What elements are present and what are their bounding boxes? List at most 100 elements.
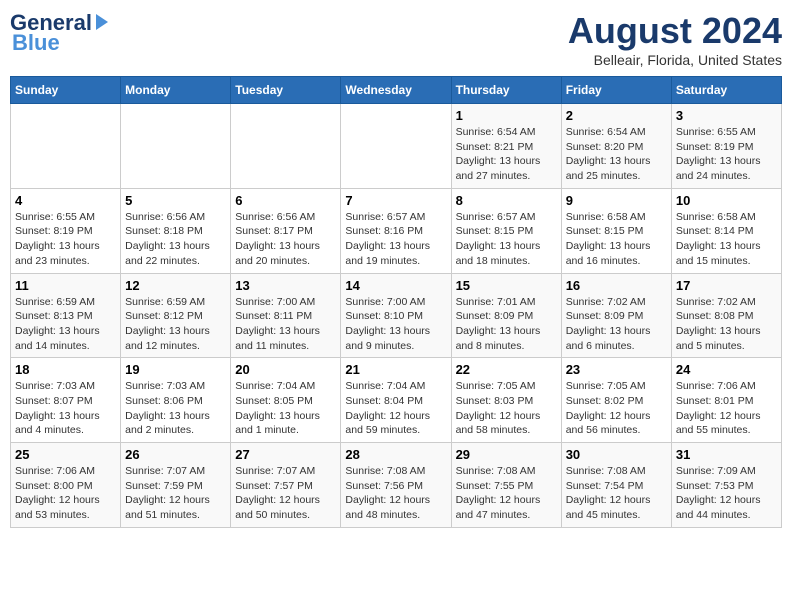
day-detail: Sunrise: 6:58 AM Sunset: 8:14 PM Dayligh…	[676, 210, 777, 269]
location-subtitle: Belleair, Florida, United States	[568, 52, 782, 68]
day-detail: Sunrise: 7:08 AM Sunset: 7:54 PM Dayligh…	[566, 464, 667, 523]
calendar-cell: 17Sunrise: 7:02 AM Sunset: 8:08 PM Dayli…	[671, 273, 781, 358]
day-detail: Sunrise: 6:54 AM Sunset: 8:20 PM Dayligh…	[566, 125, 667, 184]
day-number: 22	[456, 362, 557, 377]
calendar-header-row: Sunday Monday Tuesday Wednesday Thursday…	[11, 77, 782, 104]
day-number: 20	[235, 362, 336, 377]
day-detail: Sunrise: 6:56 AM Sunset: 8:18 PM Dayligh…	[125, 210, 226, 269]
col-saturday: Saturday	[671, 77, 781, 104]
calendar-cell: 24 Sunrise: 7:06 AM Sunset: 8:01 PM Dayli…	[671, 358, 781, 443]
col-wednesday: Wednesday	[341, 77, 451, 104]
day-detail: Sunrise: 6:58 AM Sunset: 8:15 PM Dayligh…	[566, 210, 667, 269]
logo-blue: Blue	[12, 30, 60, 56]
day-detail: Sunrise: 7:02 AM Sunset: 8:09 PM Dayligh…	[566, 295, 667, 354]
calendar-cell	[341, 104, 451, 189]
col-friday: Friday	[561, 77, 671, 104]
day-number: 24	[676, 362, 777, 377]
day-detail: Sunrise: 7:06 AM Sunset: 8:00 PM Dayligh…	[15, 464, 116, 523]
calendar-cell: 22Sunrise: 7:05 AM Sunset: 8:03 PM Dayli…	[451, 358, 561, 443]
day-number: 10	[676, 193, 777, 208]
calendar-cell: 2 Sunrise: 6:54 AM Sunset: 8:20 PM Daylig…	[561, 104, 671, 189]
calendar-cell: 26 Sunrise: 7:07 AM Sunset: 7:59 PM Dayli…	[121, 443, 231, 528]
day-number: 30	[566, 447, 667, 462]
day-detail: Sunrise: 7:00 AM Sunset: 8:11 PM Dayligh…	[235, 295, 336, 354]
calendar-cell: 21Sunrise: 7:04 AM Sunset: 8:04 PM Dayli…	[341, 358, 451, 443]
calendar-cell: 11Sunrise: 6:59 AM Sunset: 8:13 PM Dayli…	[11, 273, 121, 358]
day-number: 2	[566, 108, 667, 123]
day-number: 31	[676, 447, 777, 462]
day-number: 12	[125, 278, 226, 293]
month-year-title: August 2024	[568, 10, 782, 52]
day-number: 15	[456, 278, 557, 293]
day-number: 4	[15, 193, 116, 208]
calendar-cell: 16 Sunrise: 7:02 AM Sunset: 8:09 PM Dayli…	[561, 273, 671, 358]
day-number: 21	[345, 362, 446, 377]
calendar-cell: 19Sunrise: 7:03 AM Sunset: 8:06 PM Dayli…	[121, 358, 231, 443]
calendar-cell: 4 Sunrise: 6:55 AM Sunset: 8:19 PM Daylig…	[11, 188, 121, 273]
calendar-table: Sunday Monday Tuesday Wednesday Thursday…	[10, 76, 782, 528]
calendar-week-row: 25 Sunrise: 7:06 AM Sunset: 8:00 PM Dayli…	[11, 443, 782, 528]
day-number: 3	[676, 108, 777, 123]
calendar-cell: 15 Sunrise: 7:01 AM Sunset: 8:09 PM Dayli…	[451, 273, 561, 358]
page-header: General Blue August 2024 Belleair, Flori…	[10, 10, 782, 68]
day-detail: Sunrise: 7:01 AM Sunset: 8:09 PM Dayligh…	[456, 295, 557, 354]
calendar-cell: 10 Sunrise: 6:58 AM Sunset: 8:14 PM Dayli…	[671, 188, 781, 273]
day-detail: Sunrise: 6:57 AM Sunset: 8:15 PM Dayligh…	[456, 210, 557, 269]
day-number: 9	[566, 193, 667, 208]
calendar-cell: 5 Sunrise: 6:56 AM Sunset: 8:18 PM Daylig…	[121, 188, 231, 273]
day-detail: Sunrise: 6:59 AM Sunset: 8:12 PM Dayligh…	[125, 295, 226, 354]
logo-arrow-icon	[96, 14, 108, 30]
day-detail: Sunrise: 7:00 AM Sunset: 8:10 PM Dayligh…	[345, 295, 446, 354]
day-detail: Sunrise: 7:08 AM Sunset: 7:56 PM Dayligh…	[345, 464, 446, 523]
calendar-cell: 14 Sunrise: 7:00 AM Sunset: 8:10 PM Dayli…	[341, 273, 451, 358]
calendar-cell: 12 Sunrise: 6:59 AM Sunset: 8:12 PM Dayli…	[121, 273, 231, 358]
day-number: 27	[235, 447, 336, 462]
day-detail: Sunrise: 7:04 AM Sunset: 8:05 PM Dayligh…	[235, 379, 336, 438]
calendar-cell: 13 Sunrise: 7:00 AM Sunset: 8:11 PM Dayli…	[231, 273, 341, 358]
calendar-cell	[231, 104, 341, 189]
calendar-cell: 8Sunrise: 6:57 AM Sunset: 8:15 PM Daylig…	[451, 188, 561, 273]
calendar-week-row: 11Sunrise: 6:59 AM Sunset: 8:13 PM Dayli…	[11, 273, 782, 358]
day-number: 29	[456, 447, 557, 462]
calendar-cell: 29 Sunrise: 7:08 AM Sunset: 7:55 PM Dayli…	[451, 443, 561, 528]
calendar-cell: 23Sunrise: 7:05 AM Sunset: 8:02 PM Dayli…	[561, 358, 671, 443]
title-block: August 2024 Belleair, Florida, United St…	[568, 10, 782, 68]
day-detail: Sunrise: 6:57 AM Sunset: 8:16 PM Dayligh…	[345, 210, 446, 269]
day-number: 1	[456, 108, 557, 123]
day-detail: Sunrise: 6:54 AM Sunset: 8:21 PM Dayligh…	[456, 125, 557, 184]
calendar-cell: 1 Sunrise: 6:54 AM Sunset: 8:21 PM Daylig…	[451, 104, 561, 189]
calendar-week-row: 1 Sunrise: 6:54 AM Sunset: 8:21 PM Daylig…	[11, 104, 782, 189]
day-detail: Sunrise: 7:09 AM Sunset: 7:53 PM Dayligh…	[676, 464, 777, 523]
day-number: 28	[345, 447, 446, 462]
day-detail: Sunrise: 7:03 AM Sunset: 8:07 PM Dayligh…	[15, 379, 116, 438]
calendar-week-row: 18Sunrise: 7:03 AM Sunset: 8:07 PM Dayli…	[11, 358, 782, 443]
day-detail: Sunrise: 7:07 AM Sunset: 7:57 PM Dayligh…	[235, 464, 336, 523]
day-number: 17	[676, 278, 777, 293]
col-sunday: Sunday	[11, 77, 121, 104]
day-number: 6	[235, 193, 336, 208]
day-number: 5	[125, 193, 226, 208]
day-detail: Sunrise: 6:55 AM Sunset: 8:19 PM Dayligh…	[15, 210, 116, 269]
calendar-cell	[11, 104, 121, 189]
day-detail: Sunrise: 6:56 AM Sunset: 8:17 PM Dayligh…	[235, 210, 336, 269]
day-number: 14	[345, 278, 446, 293]
day-number: 25	[15, 447, 116, 462]
day-number: 7	[345, 193, 446, 208]
calendar-week-row: 4 Sunrise: 6:55 AM Sunset: 8:19 PM Daylig…	[11, 188, 782, 273]
calendar-cell: 30 Sunrise: 7:08 AM Sunset: 7:54 PM Dayli…	[561, 443, 671, 528]
col-thursday: Thursday	[451, 77, 561, 104]
calendar-cell: 25 Sunrise: 7:06 AM Sunset: 8:00 PM Dayli…	[11, 443, 121, 528]
day-number: 13	[235, 278, 336, 293]
day-number: 16	[566, 278, 667, 293]
day-number: 26	[125, 447, 226, 462]
day-detail: Sunrise: 7:06 AM Sunset: 8:01 PM Dayligh…	[676, 379, 777, 438]
calendar-cell	[121, 104, 231, 189]
calendar-cell: 31 Sunrise: 7:09 AM Sunset: 7:53 PM Dayli…	[671, 443, 781, 528]
day-number: 11	[15, 278, 116, 293]
day-detail: Sunrise: 7:07 AM Sunset: 7:59 PM Dayligh…	[125, 464, 226, 523]
logo: General Blue	[10, 10, 108, 56]
day-detail: Sunrise: 7:05 AM Sunset: 8:02 PM Dayligh…	[566, 379, 667, 438]
calendar-cell: 18Sunrise: 7:03 AM Sunset: 8:07 PM Dayli…	[11, 358, 121, 443]
col-tuesday: Tuesday	[231, 77, 341, 104]
day-detail: Sunrise: 7:08 AM Sunset: 7:55 PM Dayligh…	[456, 464, 557, 523]
